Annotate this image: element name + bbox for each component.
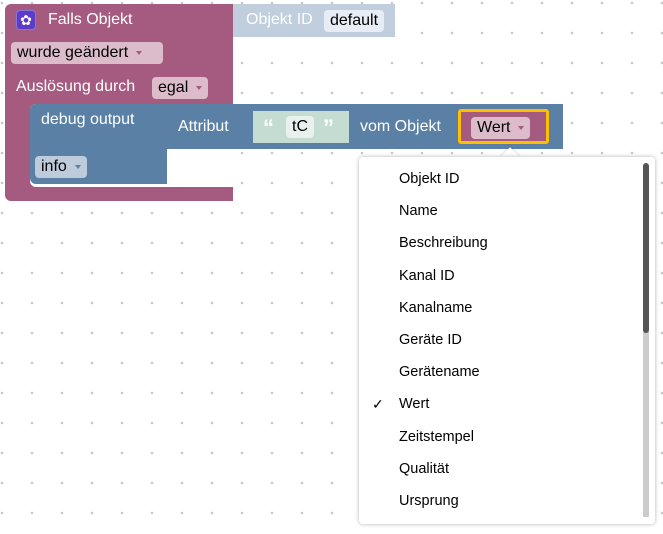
scrollbar-thumb[interactable] xyxy=(643,163,649,333)
close-quote-icon: ” xyxy=(323,115,334,140)
debug-label: debug output xyxy=(41,111,135,128)
menu-item[interactable]: Ursprung xyxy=(399,493,459,509)
menu-item[interactable]: Geräte ID xyxy=(399,332,462,348)
text-value[interactable]: tC xyxy=(286,116,314,138)
level-dropdown-value: info xyxy=(41,158,67,175)
menu-item[interactable]: Qualität xyxy=(399,461,449,477)
attribute-dropdown-menu: Objekt ID Name Beschreibung Kanal ID Kanalna… xyxy=(359,157,655,524)
object-id-value[interactable]: default xyxy=(324,10,385,32)
menu-item[interactable]: Gerätename xyxy=(399,364,480,380)
chevron-down-icon xyxy=(74,164,81,169)
menu-item[interactable]: Wert xyxy=(399,396,429,412)
attribute-dropdown-value: Wert xyxy=(477,119,511,136)
chevron-down-icon xyxy=(196,85,203,90)
gear-icon[interactable]: ✿ xyxy=(16,10,36,30)
attribute-dropdown[interactable]: Wert xyxy=(471,117,531,139)
menu-item[interactable]: Kanalname xyxy=(399,300,472,316)
debug-output-block[interactable]: debug output info xyxy=(30,104,167,184)
menu-item[interactable]: Name xyxy=(399,203,438,219)
attribute-selector-block[interactable]: Wert xyxy=(458,109,549,144)
event-title: Falls Objekt xyxy=(48,11,133,28)
chevron-down-icon xyxy=(518,125,525,130)
attribute-block[interactable]: Attribut “ tC ” vom Objekt Wert xyxy=(166,104,563,149)
menu-item[interactable]: Objekt ID xyxy=(399,171,459,187)
object-id-label: Objekt ID xyxy=(246,11,313,28)
menu-item[interactable]: Kanal ID xyxy=(399,268,455,284)
check-icon: ✓ xyxy=(372,396,384,413)
object-id-block[interactable]: Objekt ID default xyxy=(228,4,395,37)
trigger-dropdown-value: egal xyxy=(158,79,189,96)
attribute-label: Attribut xyxy=(178,118,229,135)
trigger-dropdown[interactable]: egal xyxy=(152,77,209,99)
object-label: vom Objekt xyxy=(360,118,441,135)
trigger-label: Auslösung durch xyxy=(16,78,136,95)
level-dropdown[interactable]: info xyxy=(35,156,87,178)
chevron-down-icon xyxy=(136,50,143,55)
menu-item[interactable]: Zeitstempel xyxy=(399,429,474,445)
change-dropdown-value: wurde geändert xyxy=(17,44,129,61)
open-quote-icon: “ xyxy=(263,115,274,140)
menu-item[interactable]: Beschreibung xyxy=(399,235,488,251)
change-dropdown[interactable]: wurde geändert xyxy=(11,42,163,64)
text-block[interactable]: “ tC ” xyxy=(253,111,349,143)
